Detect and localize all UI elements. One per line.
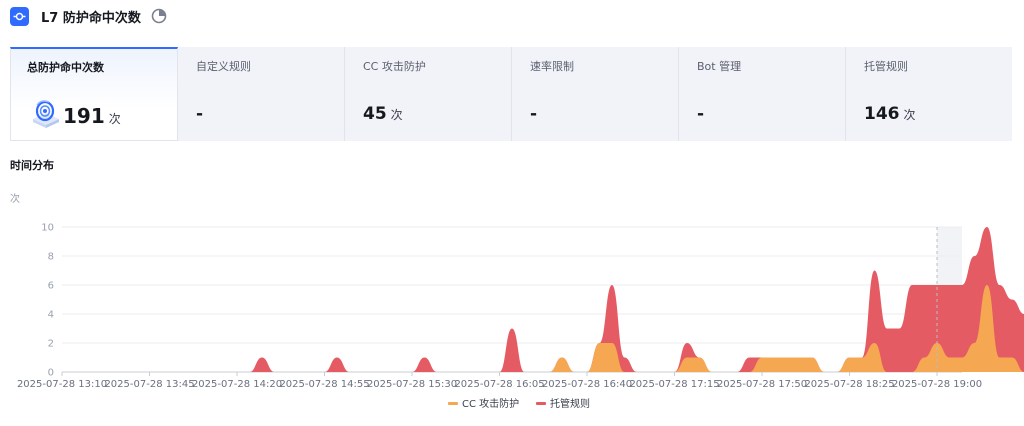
metric-value: - [196, 104, 207, 124]
legend-swatch[interactable] [448, 402, 458, 405]
pie-chart-icon[interactable] [151, 8, 167, 24]
x-tick-label: 2025-07-28 17:15 [629, 379, 719, 390]
metric-value: 191 次 [63, 104, 121, 128]
metric-card-rate-limit[interactable]: 速率限制 - [512, 47, 679, 141]
legend-swatch[interactable] [536, 402, 546, 405]
metric-card-managed-rules[interactable]: 托管规则 146 次 [846, 47, 1012, 141]
y-tick-label: 4 [48, 310, 54, 321]
x-tick-label: 2025-07-28 13:10 [17, 379, 107, 390]
y-tick-label: 0 [48, 368, 54, 379]
x-tick-label: 2025-07-28 14:20 [192, 379, 282, 390]
metric-value: - [530, 104, 541, 124]
metric-card-custom-rules[interactable]: 自定义规则 - [178, 47, 345, 141]
metric-unit: 次 [108, 112, 121, 126]
legend-label[interactable]: 托管规则 [550, 397, 590, 410]
metric-unit: 次 [903, 108, 916, 122]
metric-label: Bot 管理 [697, 60, 742, 73]
y-tick-label: 2 [48, 339, 54, 350]
y-tick-label: 8 [48, 252, 54, 263]
metric-label: 总防护命中次数 [27, 61, 104, 74]
x-tick-label: 2025-07-28 14:55 [279, 379, 369, 390]
metric-value: 146 次 [864, 104, 916, 124]
metric-number: 45 [363, 104, 387, 124]
target-icon [10, 6, 29, 26]
metric-value: 45 次 [363, 104, 403, 124]
metric-unit: 次 [390, 108, 403, 122]
metric-card-total[interactable]: 总防护命中次数 191 次 [10, 47, 178, 141]
x-tick-label: 2025-07-28 15:30 [367, 379, 457, 390]
x-tick-label: 2025-07-28 19:00 [892, 379, 982, 390]
x-tick-label: 2025-07-28 13:45 [104, 379, 194, 390]
x-tick-label: 2025-07-28 18:25 [804, 379, 894, 390]
metric-tabs: 总防护命中次数 191 次 自定义规则 - CC 攻击防护 45 次 速率限制 [10, 47, 1012, 141]
y-tick-label: 10 [41, 223, 54, 234]
section-title: 时间分布 [10, 159, 54, 172]
y-tick-label: 6 [48, 281, 54, 292]
metric-number: - [530, 104, 538, 124]
metric-card-bot-management[interactable]: Bot 管理 - [679, 47, 846, 141]
x-tick-label: 2025-07-28 17:50 [717, 379, 807, 390]
series-area[interactable] [62, 227, 1024, 372]
time-distribution-chart[interactable]: 02468102025-07-28 13:102025-07-28 13:452… [0, 214, 1024, 424]
metric-number: 146 [864, 104, 900, 124]
metric-label: CC 攻击防护 [363, 60, 426, 73]
page-header: L7 防护命中次数 [10, 6, 167, 26]
y-axis-unit-label: 次 [10, 194, 20, 205]
metric-label: 自定义规则 [196, 60, 251, 73]
metric-number: - [697, 104, 705, 124]
page-title: L7 防护命中次数 [41, 10, 141, 26]
metric-label: 速率限制 [530, 60, 574, 73]
x-tick-label: 2025-07-28 16:40 [542, 379, 632, 390]
metric-number: - [196, 104, 204, 124]
metric-card-cc-protection[interactable]: CC 攻击防护 45 次 [345, 47, 512, 141]
x-tick-label: 2025-07-28 16:05 [454, 379, 544, 390]
metric-value: - [697, 104, 708, 124]
metric-label: 托管规则 [864, 60, 908, 73]
metric-number: 191 [63, 104, 105, 128]
shield-illustration-icon [33, 100, 59, 128]
legend-label[interactable]: CC 攻击防护 [462, 397, 519, 410]
